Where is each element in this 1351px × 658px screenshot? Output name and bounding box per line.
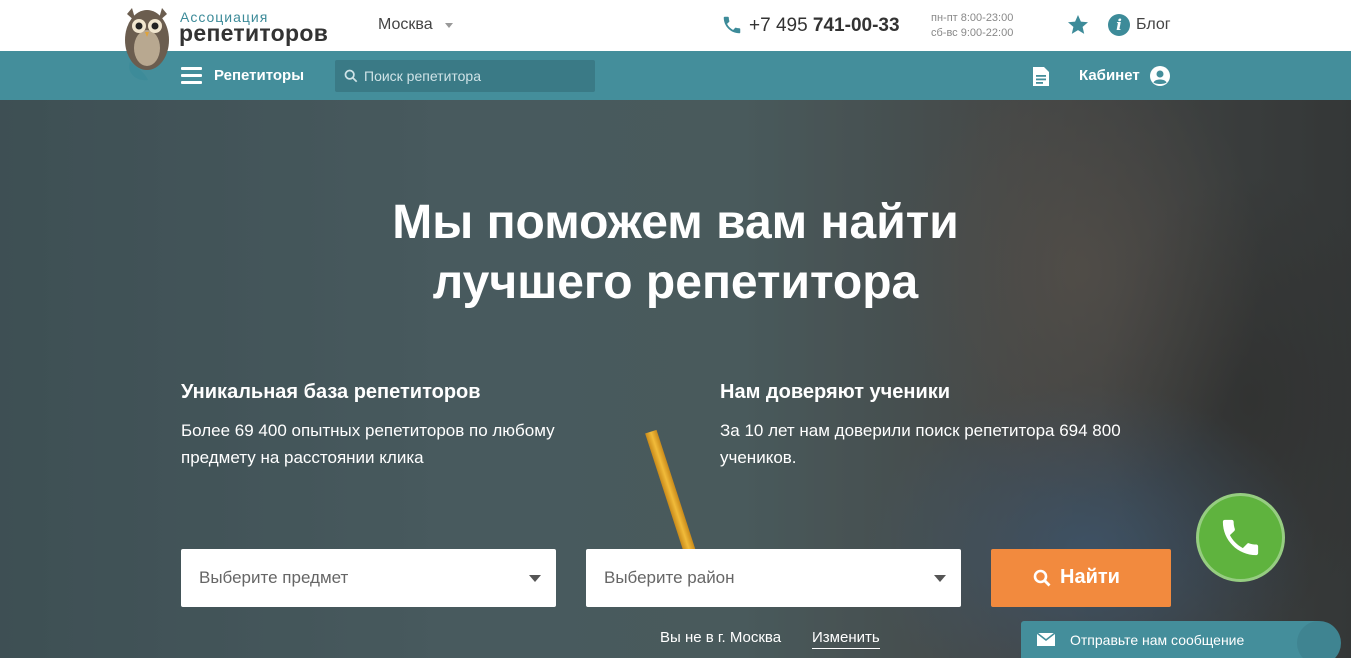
owl-logo-icon [125, 8, 169, 81]
working-hours: пн-пт 8:00-23:00 сб-вс 9:00-22:00 [931, 11, 1013, 41]
blog-link[interactable]: Блог [1136, 16, 1171, 34]
info-icon[interactable]: i [1108, 14, 1130, 36]
hero-section: Мы поможем вам найти лучшего репетитора … [0, 100, 1351, 658]
phone-main: 741-00-33 [812, 15, 900, 36]
location-change-link[interactable]: Изменить [812, 629, 880, 649]
star-icon[interactable] [1066, 13, 1090, 37]
feature-trust: Нам доверяют ученики За 10 лет нам довер… [720, 381, 1180, 471]
hero-title: Мы поможем вам найти лучшего репетитора [0, 193, 1351, 313]
document-icon[interactable] [1032, 66, 1050, 87]
search-icon [1033, 569, 1051, 587]
hero-content: Мы поможем вам найти лучшего репетитора … [0, 100, 1351, 658]
phone-prefix: +7 495 [749, 15, 813, 36]
feature-text: За 10 лет нам доверили поиск репетитора … [720, 421, 1121, 467]
subject-select-value: Выберите предмет [199, 568, 349, 587]
find-button-label: Найти [1060, 566, 1120, 588]
chevron-down-icon [934, 575, 946, 582]
hours-weekday: пн-пт 8:00-23:00 [931, 12, 1014, 24]
cabinet-link[interactable]: Кабинет [1079, 67, 1140, 84]
search-icon [344, 69, 358, 83]
find-button[interactable]: Найти [991, 549, 1171, 607]
callback-button[interactable] [1196, 493, 1285, 582]
feature-text: Более 69 400 опытных репетиторов по любо… [181, 421, 555, 467]
chat-avatar[interactable] [1297, 621, 1341, 658]
location-note: Вы не в г. Москва [660, 629, 782, 646]
hero-title-line1: Мы поможем вам найти [392, 196, 959, 249]
chevron-down-icon[interactable] [445, 23, 453, 28]
phone-icon [723, 16, 741, 34]
subject-select[interactable]: Выберите предмет [181, 549, 556, 607]
send-message-label: Отправьте нам сообщение [1070, 632, 1245, 648]
district-select[interactable]: Выберите район [586, 549, 961, 607]
feature-database: Уникальная база репетиторов Более 69 400… [181, 381, 621, 471]
district-select-value: Выберите район [604, 568, 735, 587]
city-selector[interactable]: Москва [378, 16, 433, 34]
logo[interactable]: Ассоциация репетиторов [122, 2, 342, 82]
hero-title-line2: лучшего репетитора [432, 256, 919, 309]
user-icon[interactable] [1150, 66, 1170, 86]
phone-call-icon [1222, 519, 1259, 556]
chevron-down-icon [529, 575, 541, 582]
phone-number[interactable]: +7 495 741-00-33 [749, 15, 900, 37]
hours-weekend: сб-вс 9:00-22:00 [931, 27, 1014, 39]
feature-title: Нам доверяют ученики [720, 381, 951, 403]
search-box[interactable] [335, 60, 595, 92]
search-input[interactable] [364, 60, 589, 92]
feature-title: Уникальная база репетиторов [181, 381, 481, 403]
send-message-widget[interactable]: Отправьте нам сообщение [1021, 621, 1321, 658]
logo-title: репетиторов [179, 20, 329, 46]
envelope-icon [1037, 633, 1055, 646]
